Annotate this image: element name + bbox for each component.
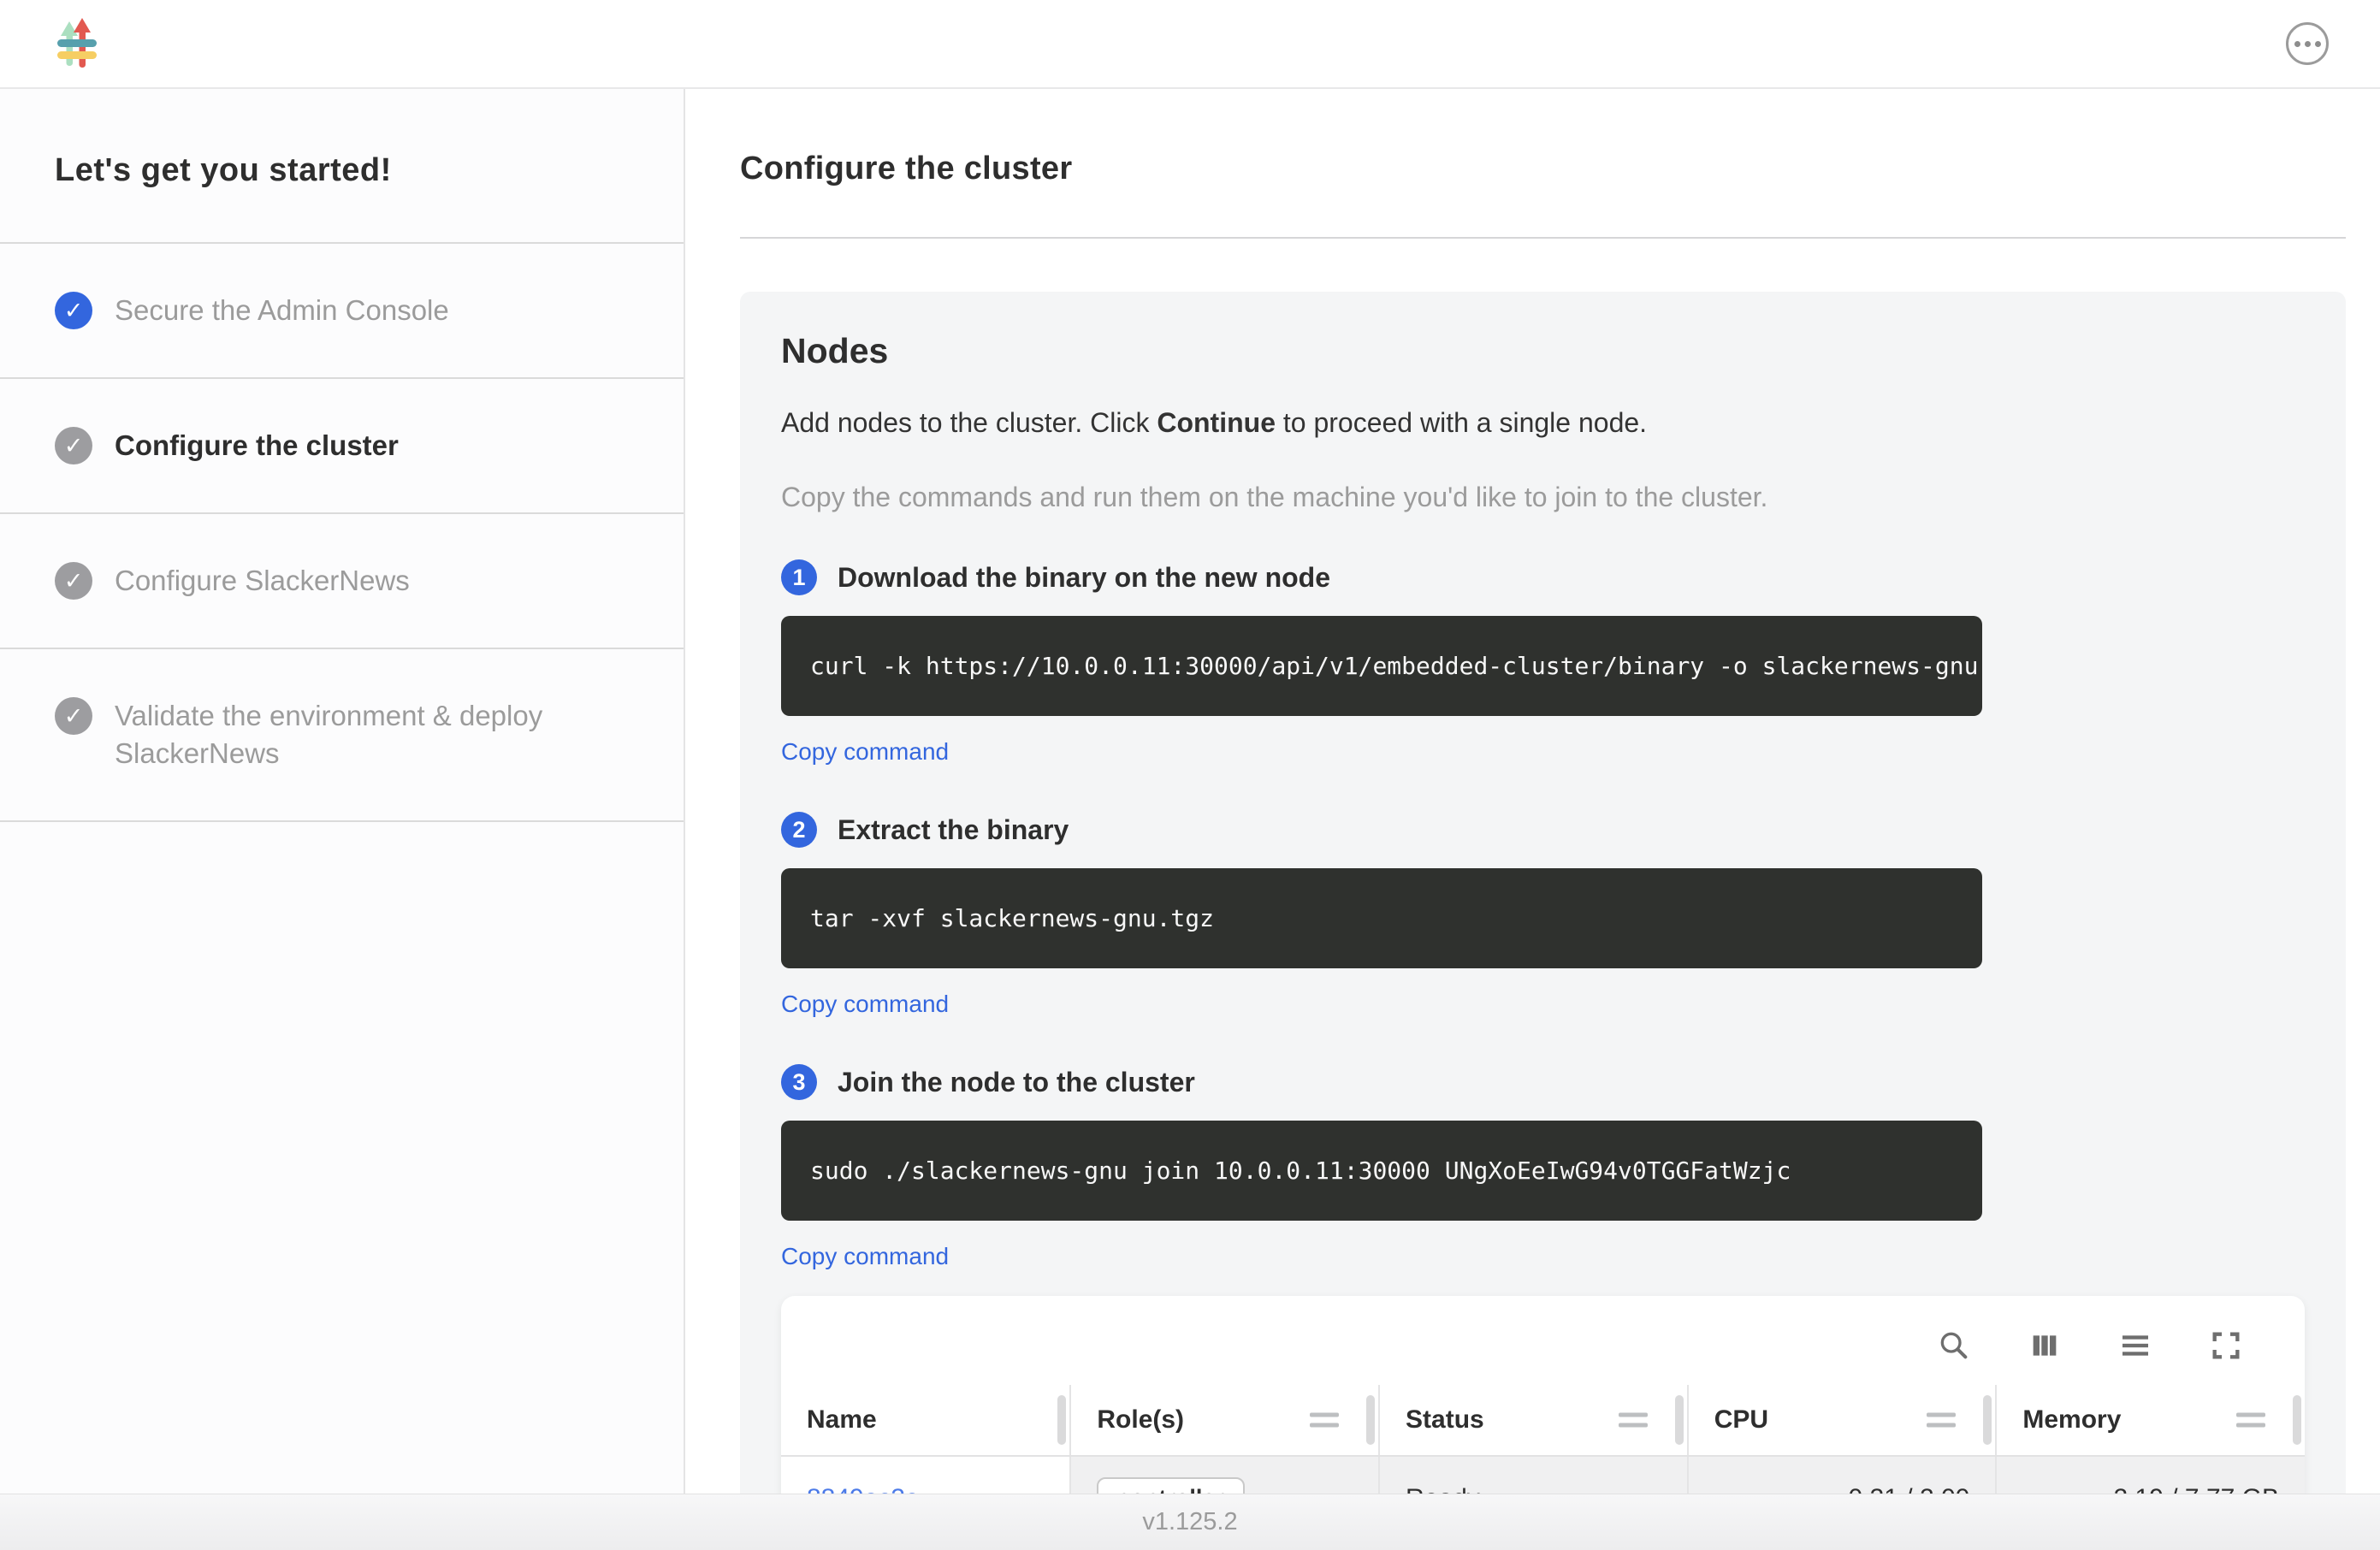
column-header-memory[interactable]: Memory <box>1996 1385 2305 1456</box>
columns-icon[interactable] <box>2028 1328 2062 1363</box>
check-circle-icon: ✓ <box>55 427 92 464</box>
column-resize-handle[interactable] <box>1366 1395 1375 1445</box>
main-content: Configure the cluster Nodes Add nodes to… <box>685 89 2380 1494</box>
check-circle-icon: ✓ <box>55 697 92 735</box>
search-icon[interactable] <box>1937 1328 1971 1363</box>
page-title: Configure the cluster <box>740 151 2346 187</box>
table-toolbar <box>781 1296 2305 1385</box>
node-roles-cell: controller <box>1070 1456 1379 1494</box>
node-cpu-cell: 0.31 / 2.00 <box>1688 1456 1997 1494</box>
step-2-header: 2 Extract the binary <box>781 812 2305 848</box>
nodes-card: Nodes Add nodes to the cluster. Click Co… <box>740 292 2346 1494</box>
column-header-roles[interactable]: Role(s) <box>1070 1385 1379 1456</box>
column-resize-handle[interactable] <box>2293 1395 2301 1445</box>
column-menu-icon[interactable] <box>1927 1413 1956 1428</box>
column-resize-handle[interactable] <box>1983 1395 1992 1445</box>
nodes-table-card: Name Role(s) Status <box>781 1296 2305 1494</box>
column-header-status[interactable]: Status <box>1379 1385 1688 1456</box>
step-1-copy-command-link[interactable]: Copy command <box>781 738 949 766</box>
sidebar-item-configure-slackernews[interactable]: ✓ Configure SlackerNews <box>0 514 684 649</box>
sidebar-item-validate-deploy[interactable]: ✓ Validate the environment & deploy Slac… <box>0 649 684 822</box>
copy-instructions: Copy the commands and run them on the ma… <box>781 482 2305 513</box>
sidebar-item-configure-cluster[interactable]: ✓ Configure the cluster <box>0 379 684 514</box>
continue-keyword: Continue <box>1157 407 1276 438</box>
step-2-title: Extract the binary <box>838 814 1069 846</box>
role-chip: controller <box>1097 1477 1245 1494</box>
step-2-command: tar -xvf slackernews-gnu.tgz <box>781 868 1982 968</box>
node-name-link[interactable]: 8849ec3c <box>807 1484 918 1494</box>
slackernews-logo-icon <box>51 16 106 71</box>
step-3-header: 3 Join the node to the cluster <box>781 1064 2305 1100</box>
node-memory-cell: 2.19 / 7.77 GB <box>1996 1456 2305 1494</box>
column-header-cpu[interactable]: CPU <box>1688 1385 1997 1456</box>
node-status-cell: Ready <box>1379 1456 1688 1494</box>
column-menu-icon[interactable] <box>1310 1413 1339 1428</box>
version-label: v1.125.2 <box>1142 1508 1237 1536</box>
column-menu-icon[interactable] <box>1619 1413 1648 1428</box>
step-3-badge: 3 <box>781 1064 817 1100</box>
table-header-row: Name Role(s) Status <box>781 1385 2305 1456</box>
nodes-intro: Add nodes to the cluster. Click Continue… <box>781 407 2305 439</box>
check-circle-icon: ✓ <box>55 292 92 329</box>
step-3-copy-command-link[interactable]: Copy command <box>781 1243 949 1270</box>
step-1-header: 1 Download the binary on the new node <box>781 559 2305 595</box>
column-resize-handle[interactable] <box>1057 1395 1066 1445</box>
page-footer: v1.125.2 <box>0 1494 2380 1550</box>
step-3-command: sudo ./slackernews-gnu join 10.0.0.11:30… <box>781 1121 1982 1221</box>
page-layout: Let's get you started! ✓ Secure the Admi… <box>0 89 2380 1494</box>
more-options-button[interactable] <box>2286 22 2329 65</box>
top-header <box>0 0 2380 89</box>
nodes-table: Name Role(s) Status <box>781 1385 2305 1494</box>
step-1-title: Download the binary on the new node <box>838 562 1330 594</box>
column-resize-handle[interactable] <box>1675 1395 1684 1445</box>
check-circle-icon: ✓ <box>55 562 92 600</box>
sidebar-heading: Let's get you started! <box>0 89 684 244</box>
sidebar-item-label: Secure the Admin Console <box>115 292 449 329</box>
sidebar-item-label: Configure the cluster <box>115 427 399 464</box>
setup-steps-sidebar: Let's get you started! ✓ Secure the Admi… <box>0 89 685 1494</box>
node-row: 8849ec3c controller Ready 0.31 / 2.00 2.… <box>781 1456 2305 1494</box>
density-icon[interactable] <box>2118 1328 2152 1363</box>
step-2-badge: 2 <box>781 812 817 848</box>
nodes-heading: Nodes <box>781 331 2305 371</box>
title-divider <box>740 237 2346 239</box>
step-1-badge: 1 <box>781 559 817 595</box>
fullscreen-icon[interactable] <box>2209 1328 2243 1363</box>
column-header-name[interactable]: Name <box>781 1385 1070 1456</box>
column-menu-icon[interactable] <box>2236 1413 2265 1428</box>
node-name-cell: 8849ec3c <box>781 1456 1070 1494</box>
sidebar-item-label: Validate the environment & deploy Slacke… <box>115 697 641 772</box>
step-3-title: Join the node to the cluster <box>838 1067 1195 1098</box>
step-1-command: curl -k https://10.0.0.11:30000/api/v1/e… <box>781 616 1982 716</box>
sidebar-item-label: Configure SlackerNews <box>115 562 410 600</box>
sidebar-item-secure-admin-console[interactable]: ✓ Secure the Admin Console <box>0 244 684 379</box>
step-2-copy-command-link[interactable]: Copy command <box>781 991 949 1018</box>
ellipsis-icon <box>2294 41 2300 47</box>
